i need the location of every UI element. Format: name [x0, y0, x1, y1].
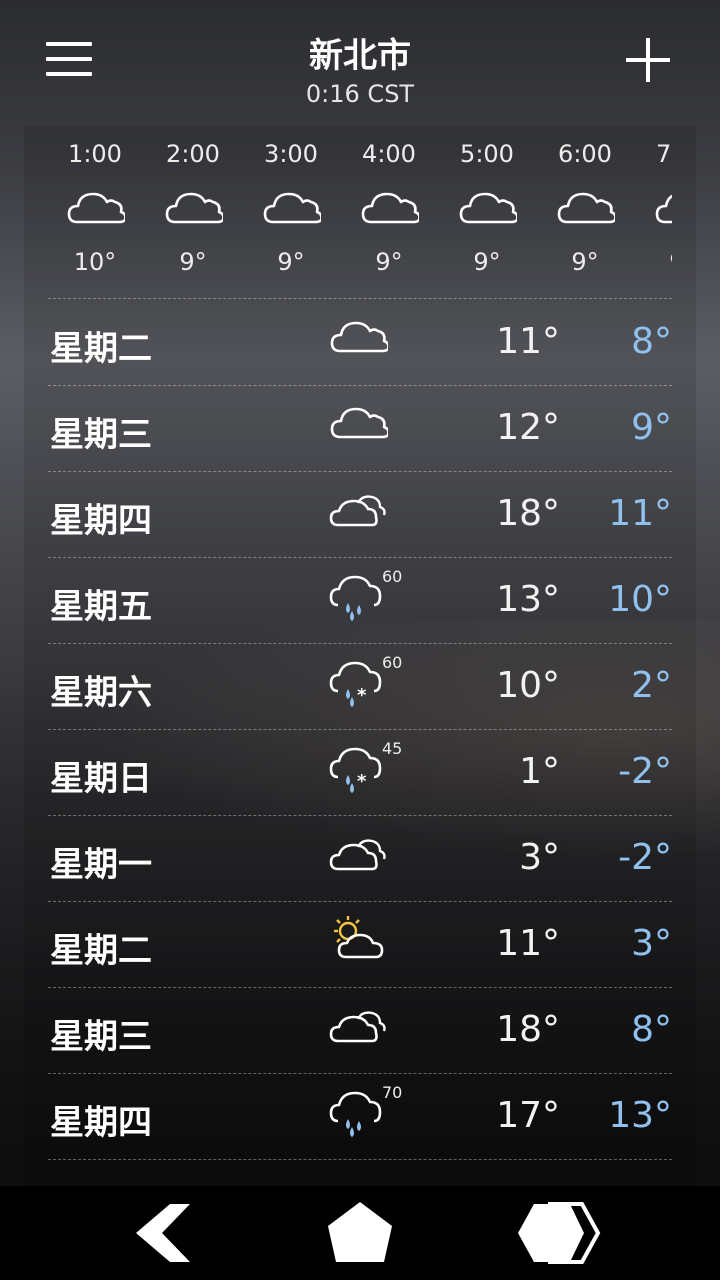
back-icon: [136, 1204, 190, 1262]
low-temp: 3°: [631, 923, 672, 964]
precip-chance: 70: [382, 1083, 403, 1102]
hour-time: 7:00: [656, 140, 672, 168]
hour-time: 2:00: [166, 140, 220, 168]
low-temp: 13°: [608, 1095, 672, 1136]
day-name: 星期六: [50, 673, 152, 713]
low-temp: 2°: [631, 665, 672, 706]
hourly-item: 6:00 9°: [536, 130, 634, 276]
home-icon: [328, 1202, 392, 1262]
high-temp: 13°: [496, 579, 560, 620]
day-name: 星期三: [50, 1017, 152, 1057]
recent-apps-icon: [518, 1202, 601, 1264]
high-temp: 11°: [496, 923, 560, 964]
daily-row[interactable]: 星期四 70 17° 13°: [48, 1073, 672, 1160]
daily-row[interactable]: 星期五 60 13° 10°: [48, 557, 672, 644]
hour-time: 5:00: [460, 140, 514, 168]
daily-row[interactable]: 星期一 3° -2°: [48, 815, 672, 902]
hourly-forecast[interactable]: 1:0010°2:009°3:009°4:009°5:009°6:009°7:0…: [46, 130, 672, 298]
add-location-button[interactable]: [622, 34, 674, 86]
cloudy-icon: [328, 397, 398, 457]
day-name: 星期四: [50, 1103, 152, 1143]
precip-chance: 60: [382, 567, 403, 586]
day-name: 星期日: [50, 759, 152, 799]
hourly-item: 7:00 9°: [634, 130, 672, 276]
daily-row[interactable]: 星期四 18° 11°: [48, 471, 672, 558]
hour-time: 4:00: [362, 140, 416, 168]
partly-sunny-icon: [328, 913, 398, 973]
high-temp: 3°: [519, 837, 560, 878]
high-temp: 17°: [496, 1095, 560, 1136]
hourly-item: 4:00 9°: [340, 130, 438, 276]
mostly-cloudy-icon: [328, 483, 398, 543]
day-name: 星期三: [50, 415, 152, 455]
back-button[interactable]: [122, 1200, 202, 1266]
cloud-icon: [340, 178, 438, 238]
cloud-icon: [536, 178, 634, 238]
high-temp: 18°: [496, 493, 560, 534]
cloud-icon: [46, 178, 144, 238]
app-header: 新北市 0:16 CST: [0, 0, 720, 120]
hour-temp: 10°: [73, 248, 117, 276]
daily-row[interactable]: 星期三 12° 9°: [48, 385, 672, 472]
hour-temp: 9°: [375, 248, 403, 276]
precip-chance: 45: [382, 739, 403, 758]
hourly-item: 5:00 9°: [438, 130, 536, 276]
hour-time: 6:00: [558, 140, 612, 168]
day-name: 星期一: [50, 845, 152, 885]
system-navbar: [0, 1186, 720, 1280]
low-temp: 8°: [631, 1009, 672, 1050]
daily-row[interactable]: 星期二 11° 3°: [48, 901, 672, 988]
svg-text:*: *: [357, 771, 367, 792]
high-temp: 11°: [496, 321, 560, 362]
cloud-icon: [144, 178, 242, 238]
day-name: 星期二: [50, 329, 152, 369]
hour-time: 3:00: [264, 140, 318, 168]
recent-apps-button[interactable]: [512, 1200, 608, 1266]
low-temp: 11°: [608, 493, 672, 534]
mostly-cloudy-icon: [328, 999, 398, 1059]
hourly-item: 1:00 10°: [46, 130, 144, 276]
cloud-icon: [438, 178, 536, 238]
local-time: 0:16 CST: [305, 80, 415, 108]
low-temp: -2°: [618, 751, 672, 792]
mostly-cloudy-icon: [328, 827, 398, 887]
svg-text:*: *: [357, 685, 367, 706]
daily-row[interactable]: 星期三 18° 8°: [48, 987, 672, 1074]
hour-temp: 9°: [277, 248, 305, 276]
hour-time: 1:00: [68, 140, 122, 168]
high-temp: 1°: [519, 751, 560, 792]
day-name: 星期五: [50, 587, 152, 627]
low-temp: -2°: [618, 837, 672, 878]
high-temp: 10°: [496, 665, 560, 706]
city-name[interactable]: 新北市: [0, 28, 720, 77]
cloudy-icon: [328, 311, 398, 371]
high-temp: 12°: [496, 407, 560, 448]
day-name: 星期四: [50, 501, 152, 541]
hourly-item: 2:00 9°: [144, 130, 242, 276]
hour-temp: 9°: [571, 248, 599, 276]
home-button[interactable]: [320, 1200, 400, 1266]
low-temp: 8°: [631, 321, 672, 362]
day-name: 星期二: [50, 931, 152, 971]
low-temp: 9°: [631, 407, 672, 448]
precip-chance: 60: [382, 653, 403, 672]
hourly-item: 3:00 9°: [242, 130, 340, 276]
hour-temp: 9°: [634, 248, 672, 276]
high-temp: 18°: [496, 1009, 560, 1050]
daily-row[interactable]: 星期二 11° 8°: [48, 299, 672, 386]
cloud-icon: [634, 178, 672, 238]
hour-temp: 9°: [473, 248, 501, 276]
daily-row[interactable]: 星期六 * 60 10° 2°: [48, 643, 672, 730]
cloud-icon: [242, 178, 340, 238]
hour-temp: 9°: [179, 248, 207, 276]
low-temp: 10°: [608, 579, 672, 620]
daily-row[interactable]: 星期日 * 45 1° -2°: [48, 729, 672, 816]
